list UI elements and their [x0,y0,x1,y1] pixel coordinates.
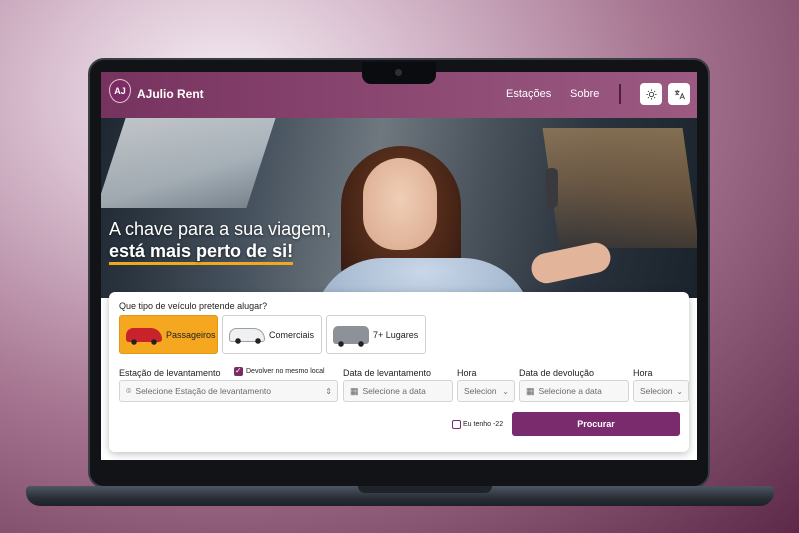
vehicle-type-question: Que tipo de veículo pretende alugar? [119,301,268,311]
pickup-date-label: Data de levantamento [343,368,432,378]
return-same-checkbox[interactable] [234,366,243,376]
pickup-station-label: Estação de levantamento [119,368,221,378]
pickup-hour-placeholder: Selecion [464,386,497,396]
translate-icon [674,89,685,99]
language-button[interactable] [668,83,690,105]
laptop-base [26,486,774,506]
hero-banner: A chave para a sua viagem, está mais per… [101,118,697,298]
pickup-date-placeholder: Selecione a data [362,386,426,396]
vehicle-type-label: Passageiros [166,329,216,340]
booking-card: Que tipo de veículo pretende alugar? Pas… [109,292,689,452]
chevron-down-icon: ⌄ [502,386,509,396]
nav-link-sobre[interactable]: Sobre [570,88,599,100]
pickup-date-input[interactable]: ▦ Selecione a data [343,380,453,402]
return-hour-label: Hora [633,368,653,378]
brand-name[interactable]: AJulio Rent [137,87,204,101]
logo-icon[interactable]: AJ [109,79,131,103]
vehicle-type-label: Comerciais [269,329,315,340]
return-same-label: Devolver no mesmo local [246,368,325,375]
minivan-icon [333,325,369,347]
vehicle-type-comerciais[interactable]: Comerciais [222,315,322,354]
hero-woman-face [363,158,437,250]
select-arrows-icon: ⇕ [325,386,332,396]
pickup-station-placeholder: Selecione Estação de levantamento [135,386,272,396]
hero-headline: A chave para a sua viagem, está mais per… [109,218,332,265]
vehicle-type-label: 7+ Lugares [373,329,419,340]
nav-link-estacoes[interactable]: Estações [506,88,551,100]
hero-hand [528,240,614,286]
laptop-base-groove [358,486,492,493]
return-date-placeholder: Selecione a data [538,386,602,396]
return-hour-placeholder: Selecion [640,386,673,396]
chevron-down-icon: ⌄ [676,386,683,396]
pickup-station-select[interactable]: ⌾ Selecione Estação de levantamento ⇕ [119,380,338,402]
browser-screen: AJ AJulio Rent Estações Sobre A chave pa… [101,72,697,460]
pickup-hour-label: Hora [457,368,477,378]
age-checkbox[interactable] [452,420,461,429]
hero-car-window [101,118,276,208]
calendar-icon: ▦ [526,385,535,396]
pickup-hour-select[interactable]: Selecion ⌄ [457,380,515,402]
calendar-icon: ▦ [350,385,359,396]
camera-notch [362,62,436,84]
return-hour-select[interactable]: Selecion ⌄ [633,380,689,402]
hero-background-light [542,128,697,248]
nav-divider [619,84,621,104]
search-button[interactable]: Procurar [512,412,680,436]
hero-car-key [546,168,558,208]
sun-icon [645,88,657,100]
age-checkbox-label: Eu tenho -22 [463,421,504,428]
map-pin-icon: ⌾ [126,385,132,396]
camera-dot [395,69,402,76]
return-date-label: Data de devolução [519,368,595,378]
passenger-car-icon [126,327,162,345]
van-icon [229,327,265,344]
vehicle-type-passageiros[interactable]: Passageiros [119,315,218,354]
vehicle-type-7-lugares[interactable]: 7+ Lugares [326,315,426,354]
return-date-input[interactable]: ▦ Selecione a data [519,380,629,402]
hero-headline-line1: A chave para a sua viagem, [109,219,332,239]
theme-toggle-button[interactable] [640,83,662,105]
hero-headline-line2: está mais perto de si! [109,241,294,265]
